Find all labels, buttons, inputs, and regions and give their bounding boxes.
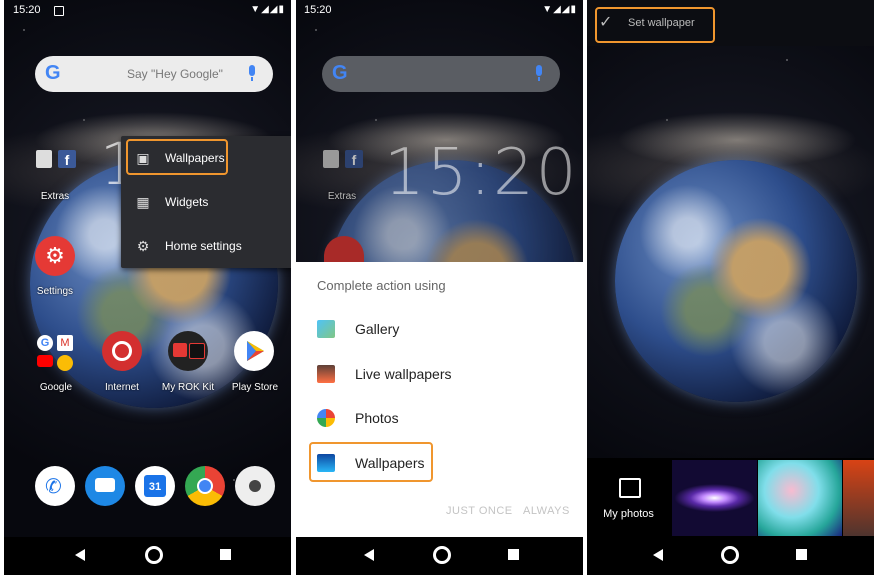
image-notification-icon	[54, 6, 64, 16]
chooser-panel: 15:20 ▼◢◢▮ G f Extras 15:20 Complete act…	[296, 0, 583, 575]
navigation-bar	[4, 537, 291, 575]
chrome-app-icon[interactable]	[185, 466, 225, 506]
earth-wallpaper-preview	[615, 160, 857, 402]
widgets-icon: ▦	[136, 194, 150, 210]
galaxy-wallpaper-thumbnail[interactable]	[672, 460, 757, 536]
option-live-wallpapers[interactable]: Live wallpapers	[317, 361, 557, 391]
option-gallery[interactable]: Gallery	[317, 316, 557, 346]
wallpapers-highlight-box	[126, 139, 228, 175]
calendar-day-number: 31	[144, 475, 166, 497]
sheet-title: Complete action using	[317, 278, 446, 293]
home-icon[interactable]	[433, 546, 451, 564]
google-g-icon: G	[37, 335, 53, 351]
settings-app-icon[interactable]: ⚙	[35, 236, 75, 276]
wallpaper-picker-panel: ✓ Set wallpaper My photos	[587, 0, 874, 575]
facebook-icon[interactable]: f	[345, 150, 363, 168]
facebook-icon[interactable]: f	[58, 150, 76, 168]
extras-label: Extras	[40, 191, 70, 202]
calendar-app-icon[interactable]: 31	[135, 466, 175, 506]
internet-globe-icon	[112, 341, 132, 361]
settings-label: Settings	[36, 286, 74, 297]
google-label: Google	[39, 382, 73, 393]
option-label: Live wallpapers	[355, 366, 452, 382]
status-icons: ▼◢◢▮	[250, 4, 285, 15]
chrome-center-icon	[197, 478, 213, 494]
message-bubble-icon	[95, 478, 115, 492]
wallpapers-option-highlight-box	[309, 442, 433, 482]
gmail-icon: M	[57, 335, 73, 351]
extras-app-icon[interactable]	[36, 150, 52, 168]
status-time: 15:20	[13, 4, 41, 16]
extras-app-icon[interactable]	[323, 150, 339, 168]
google-search-bar[interactable]: G	[322, 56, 560, 92]
wallpaper-thumbnail-strip: My photos	[587, 458, 874, 538]
extras-label: Extras	[327, 191, 357, 202]
back-icon[interactable]	[364, 549, 374, 561]
home-screen-panel: 15:20 ▼◢◢▮ G Say "Hey Google" f Extras 1…	[4, 0, 291, 575]
live-wallpapers-icon	[317, 365, 335, 383]
home-icon[interactable]	[721, 546, 739, 564]
back-icon[interactable]	[75, 549, 85, 561]
phone-handset-icon: ✆	[45, 476, 62, 498]
google-logo-icon: G	[332, 62, 348, 84]
navigation-bar	[587, 537, 874, 575]
microphone-icon[interactable]	[249, 65, 255, 81]
camera-lens-icon	[249, 480, 261, 492]
my-photos-tile[interactable]: My photos	[587, 460, 670, 536]
myrok-folder-icon[interactable]	[168, 331, 208, 371]
play-triangle-icon	[247, 341, 264, 361]
rok-app-icon	[173, 343, 187, 357]
colorful-wallpaper-thumbnail[interactable]	[758, 460, 842, 536]
camera-app-icon[interactable]	[235, 466, 275, 506]
myrok-label: My ROK Kit	[161, 382, 215, 393]
option-label: Photos	[355, 410, 399, 426]
partial-wallpaper-thumbnail[interactable]	[843, 460, 874, 536]
menu-item-label: Widgets	[165, 195, 209, 209]
home-clock: 15:20	[384, 136, 579, 210]
playstore-app-icon[interactable]	[234, 331, 274, 371]
google-folder-icon[interactable]: G M	[35, 333, 77, 375]
search-placeholder: Say "Hey Google"	[127, 67, 223, 81]
status-icons: ▼◢◢▮	[542, 4, 577, 15]
photos-pinwheel-icon	[317, 409, 335, 427]
navigation-bar	[296, 537, 583, 575]
messages-app-icon[interactable]	[85, 466, 125, 506]
always-button[interactable]: ALWAYS	[523, 505, 570, 517]
back-icon[interactable]	[653, 549, 663, 561]
maps-icon	[57, 355, 73, 371]
google-search-bar[interactable]: G Say "Hey Google"	[35, 56, 273, 92]
gear-icon: ⚙	[136, 238, 150, 254]
recent-apps-icon[interactable]	[220, 549, 231, 560]
status-time: 15:20	[304, 4, 332, 16]
youtube-icon	[37, 355, 53, 367]
option-label: Gallery	[355, 321, 400, 337]
photos-gallery-icon	[619, 478, 641, 498]
playstore-label: Play Store	[231, 382, 279, 393]
complete-action-sheet: Complete action using Gallery Live wallp…	[296, 262, 583, 537]
menu-item-widgets[interactable]: ▦ Widgets	[121, 184, 291, 220]
internet-app-icon[interactable]	[102, 331, 142, 371]
recent-apps-icon[interactable]	[796, 549, 807, 560]
menu-item-home-settings[interactable]: ⚙ Home settings	[121, 228, 291, 264]
recent-apps-icon[interactable]	[508, 549, 519, 560]
menu-item-label: Home settings	[165, 239, 242, 253]
just-once-button[interactable]: JUST ONCE	[446, 505, 513, 517]
google-logo-icon: G	[45, 62, 61, 84]
rok-second-app-icon	[189, 343, 205, 359]
status-bar: 15:20 ▼◢◢▮	[4, 0, 291, 22]
my-photos-label: My photos	[603, 508, 654, 520]
microphone-icon[interactable]	[536, 65, 542, 81]
status-bar: 15:20 ▼◢◢▮	[296, 0, 583, 22]
option-photos[interactable]: Photos	[317, 405, 557, 435]
home-icon[interactable]	[145, 546, 163, 564]
gallery-icon	[317, 320, 335, 338]
phone-app-icon[interactable]: ✆	[35, 466, 75, 506]
internet-label: Internet	[105, 382, 139, 393]
set-wallpaper-highlight-box	[595, 7, 715, 43]
